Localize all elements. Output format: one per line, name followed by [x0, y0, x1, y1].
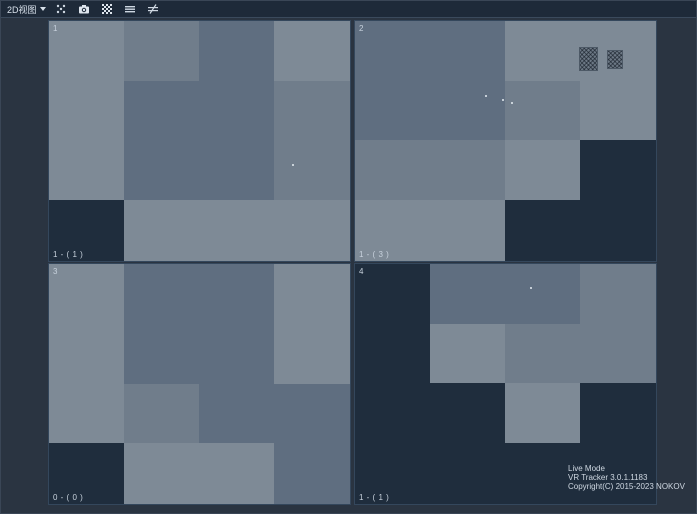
tracked-marker: [485, 95, 487, 97]
image-region: [505, 140, 580, 200]
calibration-pattern: [607, 50, 623, 69]
viewport-index: 3: [53, 267, 58, 276]
viewport-index: 1: [53, 24, 58, 33]
image-region: [49, 384, 124, 443]
version-label: VR Tracker 3.0.1.1183: [568, 473, 648, 482]
view-mode-label: 2D视图: [7, 4, 37, 15]
live-mode-label: Live Mode: [568, 464, 605, 473]
image-region: [274, 264, 350, 384]
viewport-status: 0 - ( 0 ): [53, 493, 84, 502]
viewport-status: 1 - ( 3 ): [359, 250, 390, 259]
camera-viewport-2[interactable]: 2 1 - ( 3 ): [354, 20, 657, 262]
image-region: [124, 443, 274, 504]
viewport-status: 1 - ( 1 ): [359, 493, 390, 502]
image-region: [124, 200, 350, 261]
image-region: [580, 81, 656, 140]
camera-button[interactable]: [73, 1, 96, 17]
image-region: [124, 81, 274, 200]
image-region: [430, 383, 505, 504]
menu-lines-icon: [125, 6, 136, 13]
status-info: Live Mode VR Tracker 3.0.1.1183 Copyrigh…: [568, 464, 685, 491]
layout-lines-button[interactable]: [119, 1, 142, 17]
viewport-index: 4: [359, 267, 364, 276]
image-region: [199, 21, 274, 81]
calibration-pattern: [579, 47, 598, 71]
tracked-marker: [292, 164, 294, 166]
camera-viewport-3[interactable]: 3 0 - ( 0 ): [48, 263, 351, 505]
checkerboard-icon: [101, 3, 113, 15]
strike-icon: [148, 4, 159, 14]
tracked-marker: [511, 102, 513, 104]
image-region: [580, 264, 656, 324]
toolbar: 2D视图: [1, 1, 696, 18]
markers-icon: [56, 4, 66, 14]
camera-viewport-1[interactable]: 1 1 - ( 1 ): [48, 20, 351, 262]
image-region: [430, 324, 505, 383]
image-region: [124, 264, 274, 384]
markers-button[interactable]: [50, 1, 73, 17]
image-region: [505, 81, 580, 140]
strike-button[interactable]: [142, 1, 165, 17]
view-mode-dropdown[interactable]: 2D视图: [1, 1, 50, 17]
image-region: [505, 200, 580, 261]
image-region: [355, 264, 430, 504]
image-region: [355, 140, 505, 200]
checkerboard-button[interactable]: [96, 1, 119, 17]
image-region: [199, 384, 350, 443]
viewport-grid: 1 1 - ( 1 ) 2 1 - ( 3 ) 3 0 - ( 0 ) 4 1 …: [48, 20, 657, 505]
image-region: [274, 81, 350, 200]
chevron-down-icon: [39, 7, 46, 11]
camera-icon: [79, 5, 90, 14]
copyright-label: Copyright(C) 2015-2023 NOKOV: [568, 482, 685, 491]
image-region: [124, 21, 199, 81]
image-region: [274, 21, 350, 81]
image-region: [49, 264, 124, 384]
tracked-marker: [502, 99, 504, 101]
image-region: [355, 21, 505, 140]
tracked-marker: [530, 287, 532, 289]
image-region: [274, 443, 350, 504]
viewport-index: 2: [359, 24, 364, 33]
image-region: [505, 324, 656, 383]
image-region: [124, 384, 199, 443]
image-region: [49, 21, 124, 200]
viewport-status: 1 - ( 1 ): [53, 250, 84, 259]
image-region: [505, 383, 580, 443]
image-region: [580, 140, 656, 261]
image-region: [430, 264, 580, 324]
